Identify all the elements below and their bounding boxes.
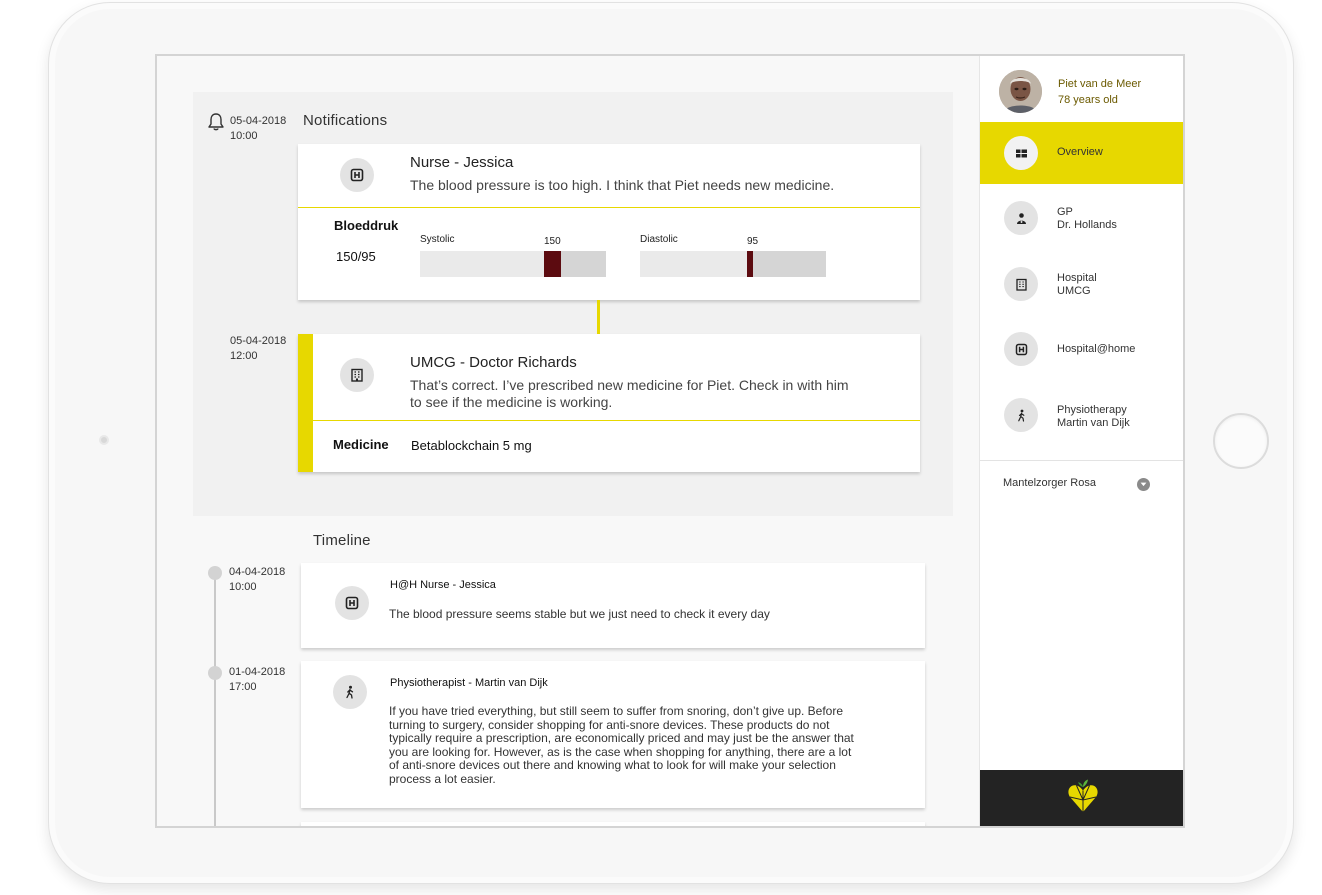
systolic-label: Systolic xyxy=(420,234,455,245)
card-author: H@H Nurse - Jessica xyxy=(390,579,496,591)
diastolic-label: Diastolic xyxy=(640,234,678,245)
thread-connector xyxy=(597,300,600,334)
user-age: 78 years old xyxy=(1058,94,1118,106)
card-divider xyxy=(298,207,920,208)
timeline-card[interactable] xyxy=(301,822,925,826)
grid-icon xyxy=(1004,136,1038,170)
medicine-value: Betablockchain 5 mg xyxy=(411,438,532,453)
time-text: 12:00 xyxy=(230,350,258,362)
sidebar-item-physiotherapy[interactable]: Physiotherapy Martin van Dijk xyxy=(980,384,1183,446)
nav-label-sub: Dr. Hollands xyxy=(1057,219,1117,231)
hospital-h-icon xyxy=(340,158,374,192)
nav-label-title: GP xyxy=(1057,206,1073,218)
sidebar-item-hospital-at-home[interactable]: Hospital@home xyxy=(980,318,1183,380)
card-divider xyxy=(313,420,920,421)
systolic-marker xyxy=(544,251,561,277)
timeline-date: 01-04-2018 17:00 xyxy=(229,665,285,695)
systolic-value: 150 xyxy=(544,236,561,247)
nav-label-title: Hospital xyxy=(1057,272,1097,284)
caregiver-selector-label[interactable]: Mantelzorger Rosa xyxy=(1003,477,1096,489)
time-text: 10:00 xyxy=(229,581,257,593)
user-name: Piet van de Meer xyxy=(1058,78,1142,90)
time-text: 10:00 xyxy=(230,130,258,142)
date-text: 01-04-2018 xyxy=(229,666,286,678)
timeline-title: Timeline xyxy=(313,532,371,549)
hospital-h-icon xyxy=(335,586,369,620)
sidebar-item-label: GP Dr. Hollands xyxy=(1057,206,1117,232)
medicine-label: Medicine xyxy=(333,437,389,452)
vital-value: 150/95 xyxy=(336,249,376,264)
timeline-dot xyxy=(208,566,222,580)
timeline-card[interactable]: Physiotherapist - Martin van Dijk If you… xyxy=(301,661,925,808)
card-author: Nurse - Jessica xyxy=(410,154,514,171)
walking-person-icon xyxy=(333,675,367,709)
timeline-line xyxy=(214,572,216,826)
diastolic-marker xyxy=(747,251,753,277)
hospital-h-icon xyxy=(1004,332,1038,366)
card-message: If you have tried everything, but still … xyxy=(389,704,854,786)
nav-label-title: Physiotherapy xyxy=(1057,404,1127,416)
sidebar-item-gp[interactable]: GP Dr. Hollands xyxy=(980,187,1183,249)
notification-card[interactable]: Nurse - Jessica The blood pressure is to… xyxy=(298,144,920,300)
avatar[interactable] xyxy=(999,70,1042,113)
hospital-building-icon xyxy=(1004,267,1038,301)
sidebar-item-label: Overview xyxy=(1057,146,1103,158)
nav-label-sub: Martin van Dijk xyxy=(1057,417,1130,429)
notification-card[interactable]: UMCG - Doctor Richards That’s correct. I… xyxy=(298,334,920,472)
date-text: 04-04-2018 xyxy=(229,566,286,578)
card-message: The blood pressure is too high. I think … xyxy=(410,177,835,193)
date-text: 05-04-2018 xyxy=(230,115,287,127)
main-content: 05-04-2018 10:00 Notifications Nurse - J… xyxy=(157,56,979,826)
sidebar: Piet van de Meer 78 years old Overview G… xyxy=(979,56,1183,826)
diastolic-bar xyxy=(640,251,826,277)
diastolic-value: 95 xyxy=(747,236,759,247)
doctor-icon xyxy=(1004,201,1038,235)
card-author: UMCG - Doctor Richards xyxy=(410,354,577,371)
date-text: 05-04-2018 xyxy=(230,335,287,347)
home-button[interactable] xyxy=(1213,413,1269,469)
camera xyxy=(99,435,109,445)
card-message: That’s correct. I’ve prescribed new medi… xyxy=(410,377,849,410)
timeline-card[interactable]: H@H Nurse - Jessica The blood pressure s… xyxy=(301,563,925,648)
nav-label-sub: UMCG xyxy=(1057,285,1091,297)
sidebar-item-hospital[interactable]: Hospital UMCG xyxy=(980,253,1183,315)
sidebar-item-label: Hospital@home xyxy=(1057,343,1136,355)
vital-label: Bloeddruk xyxy=(334,218,399,233)
card-author: Physiotherapist - Martin van Dijk xyxy=(390,677,548,689)
sidebar-item-label: Physiotherapy Martin van Dijk xyxy=(1057,404,1130,430)
notifications-title: Notifications xyxy=(303,112,388,129)
hospital-building-icon xyxy=(340,358,374,392)
heart-logo-icon xyxy=(1068,779,1098,812)
card-message: The blood pressure seems stable but we j… xyxy=(389,607,770,621)
timeline-dot xyxy=(208,666,222,680)
timeline-date: 04-04-2018 10:00 xyxy=(229,565,285,595)
walking-person-icon xyxy=(1004,398,1038,432)
chevron-down-icon[interactable] xyxy=(1137,478,1150,491)
sidebar-footer xyxy=(980,770,1183,826)
notification-date: 05-04-2018 12:00 xyxy=(230,334,286,364)
bell-icon xyxy=(208,113,224,131)
diastolic-range xyxy=(747,251,826,277)
notification-date: 05-04-2018 10:00 xyxy=(230,114,286,144)
screen: 05-04-2018 10:00 Notifications Nurse - J… xyxy=(155,54,1185,828)
sidebar-divider xyxy=(980,460,1183,461)
time-text: 17:00 xyxy=(229,681,257,693)
card-accent xyxy=(298,334,313,472)
sidebar-item-overview[interactable]: Overview xyxy=(980,122,1183,184)
systolic-bar xyxy=(420,251,606,277)
sidebar-item-label: Hospital UMCG xyxy=(1057,272,1097,298)
